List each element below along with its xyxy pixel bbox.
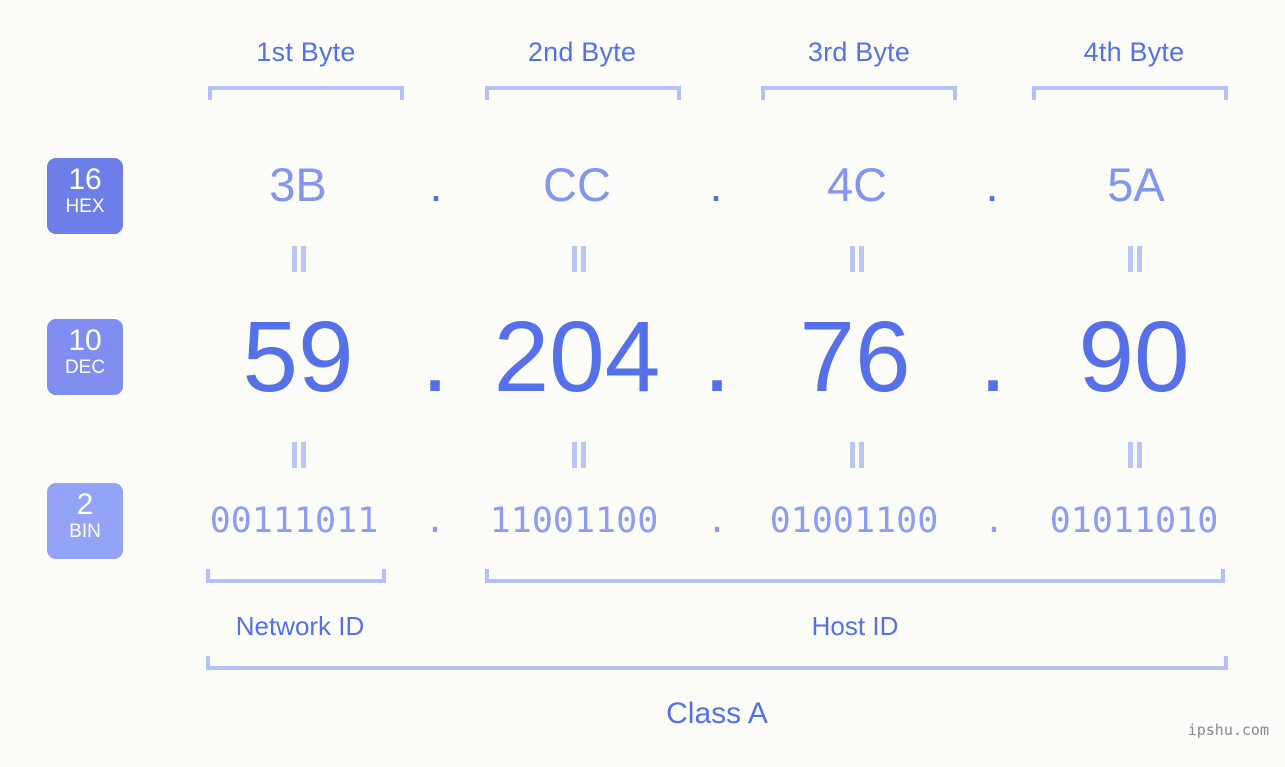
- bin-value-byte-3: 01001100: [769, 501, 939, 541]
- base-badge-hex-number: 16: [68, 163, 102, 196]
- hex-separator-3: .: [985, 158, 999, 211]
- base-badge-bin-name: BIN: [69, 521, 101, 542]
- byte-header-label-4: 4th Byte: [1083, 37, 1185, 67]
- byte-header-label-2: 2nd Byte: [527, 37, 637, 67]
- dec-separator-3: .: [979, 301, 1007, 413]
- network-id-bracket: [206, 569, 386, 583]
- network-id-label: Network ID: [235, 611, 365, 641]
- byte-header-label-1: 1st Byte: [256, 37, 356, 67]
- ip-class-label: Class A: [666, 697, 768, 730]
- dec-separator-2: .: [703, 301, 731, 413]
- bin-separator-1: .: [424, 501, 446, 541]
- equals-sign-dec-bin-1: [288, 442, 310, 468]
- equals-sign-dec-bin-3: [846, 442, 868, 468]
- host-id-bracket: [485, 569, 1225, 583]
- base-badge-bin-number: 2: [76, 488, 94, 521]
- bin-value-byte-2: 11001100: [489, 501, 659, 541]
- base-badge-hex-name: HEX: [65, 196, 105, 217]
- base-badge-bin: 2 BIN: [47, 483, 123, 559]
- dec-value-byte-1: 59: [242, 301, 354, 413]
- hex-value-byte-2: CC: [543, 158, 611, 211]
- dec-separator-1: .: [421, 301, 449, 413]
- bin-separator-2: .: [706, 501, 728, 541]
- dec-value-byte-3: 76: [799, 301, 911, 413]
- dec-value-byte-4: 90: [1078, 301, 1190, 413]
- site-watermark: ipshu.com: [1187, 721, 1269, 739]
- bin-separator-3: .: [983, 501, 1005, 541]
- byte-header-label-3: 3rd Byte: [807, 37, 911, 67]
- dec-value-byte-2: 204: [493, 301, 661, 413]
- equals-sign-hex-dec-4: [1124, 246, 1146, 272]
- bin-value-byte-1: 00111011: [209, 501, 379, 541]
- equals-sign-dec-bin-4: [1124, 442, 1146, 468]
- hex-value-byte-1: 3B: [269, 158, 327, 211]
- equals-sign-hex-dec-2: [568, 246, 590, 272]
- base-badge-hex: 16 HEX: [47, 158, 123, 234]
- byte-bracket-4: [1032, 86, 1228, 100]
- hex-separator-2: .: [709, 158, 723, 211]
- equals-sign-dec-bin-2: [568, 442, 590, 468]
- byte-bracket-2: [485, 86, 681, 100]
- ip-class-bracket: [206, 656, 1228, 670]
- base-badge-dec-number: 10: [68, 324, 102, 357]
- hex-separator-1: .: [429, 158, 443, 211]
- ip-address-breakdown-diagram: 1st Byte 2nd Byte 3rd Byte 4th Byte 16 H…: [0, 0, 1285, 767]
- equals-sign-hex-dec-1: [288, 246, 310, 272]
- equals-sign-hex-dec-3: [846, 246, 868, 272]
- hex-value-byte-3: 4C: [826, 158, 888, 211]
- base-badge-dec: 10 DEC: [47, 319, 123, 395]
- bin-value-byte-4: 01011010: [1049, 501, 1219, 541]
- byte-bracket-1: [208, 86, 404, 100]
- hex-value-byte-4: 5A: [1107, 158, 1165, 211]
- byte-bracket-3: [761, 86, 957, 100]
- host-id-label: Host ID: [811, 611, 899, 641]
- base-badge-dec-name: DEC: [64, 357, 106, 378]
